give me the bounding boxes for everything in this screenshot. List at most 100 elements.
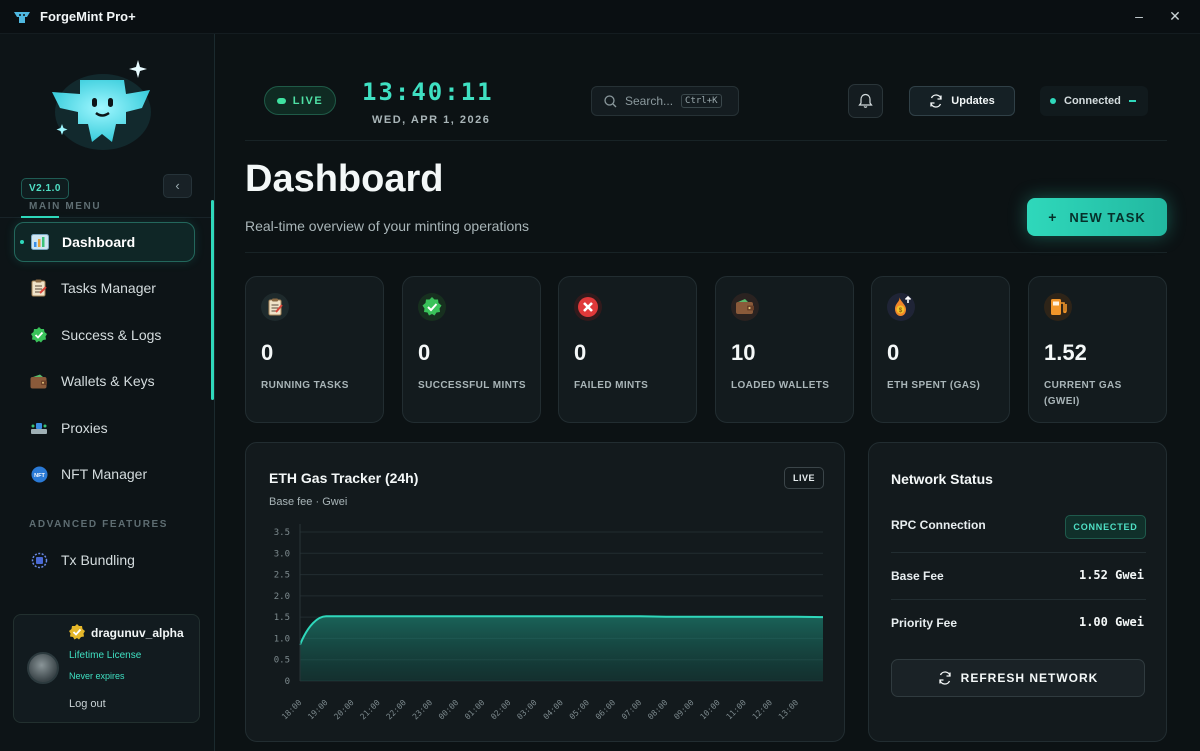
sidebar-item-nft-manager[interactable]: NFT NFT Manager xyxy=(14,454,195,494)
collapse-sidebar-button[interactable]: ‹ xyxy=(163,174,192,198)
sidebar-item-tx-bundling[interactable]: Tx Bundling xyxy=(14,540,195,580)
wallet-icon xyxy=(30,372,48,390)
title-divider xyxy=(245,252,1167,253)
network-status-card: Network Status RPC Connection CONNECTED … xyxy=(868,442,1167,742)
app-title: ForgeMint Pro+ xyxy=(40,9,136,24)
app-logo-icon xyxy=(14,11,30,23)
x-tick-label: 21:00 xyxy=(358,698,382,722)
notifications-button[interactable] xyxy=(848,84,883,118)
version-badge: V2.1.0 xyxy=(21,178,69,199)
stat-card-loaded-wallets: 10 LOADED WALLETS xyxy=(715,276,854,423)
network-divider xyxy=(891,552,1146,553)
area-fill xyxy=(300,616,823,681)
x-tick-label: 22:00 xyxy=(385,698,409,722)
bundle-icon xyxy=(30,551,48,569)
minimize-icon[interactable]: – xyxy=(1127,6,1151,26)
sidebar-item-label: Dashboard xyxy=(62,234,136,250)
x-tick-label: 02:00 xyxy=(489,698,513,722)
y-tick-label: 2.5 xyxy=(274,571,290,581)
dashboard-icon xyxy=(31,233,49,251)
live-label: LIVE xyxy=(292,94,324,107)
dash-icon xyxy=(1128,100,1136,102)
stat-card-successful-mints: 0 SUCCESSFUL MINTS xyxy=(402,276,541,423)
logout-link[interactable]: Log out xyxy=(69,698,106,710)
main-menu-label: MAIN MENU xyxy=(29,201,102,212)
stat-card-eth-spent: $ 0 ETH SPENT (GAS) xyxy=(871,276,1010,423)
rpc-status-badge: CONNECTED xyxy=(1065,515,1146,539)
avatar[interactable] xyxy=(27,652,59,684)
user-card: dragunuv_alpha Lifetime License Never ex… xyxy=(13,614,200,723)
refresh-icon xyxy=(939,671,951,685)
priority-fee-label: Priority Fee xyxy=(891,616,958,630)
license-expiry: Never expires xyxy=(69,671,125,681)
stat-card-current-gas: 1.52 CURRENT GAS (GWEI) xyxy=(1028,276,1167,423)
search-shortcut: Ctrl+K xyxy=(681,94,722,108)
search-icon xyxy=(604,94,617,107)
x-tick-label: 13:00 xyxy=(777,698,801,722)
license-type: Lifetime License xyxy=(69,650,142,661)
stat-value: 0 xyxy=(418,340,431,365)
y-tick-label: 1.0 xyxy=(274,634,290,644)
priority-fee-value: 1.00 Gwei xyxy=(1078,615,1144,629)
stat-label: CURRENT GAS (GWEI) xyxy=(1044,380,1122,407)
updates-button[interactable]: Updates xyxy=(909,86,1015,116)
sidebar-item-label: Tasks Manager xyxy=(61,280,156,296)
sidebar-item-success-logs[interactable]: Success & Logs xyxy=(14,315,195,355)
x-tick-label: 20:00 xyxy=(332,698,356,722)
x-tick-label: 06:00 xyxy=(594,698,618,722)
x-tick-label: 07:00 xyxy=(620,698,644,722)
base-fee-label: Base Fee xyxy=(891,569,944,583)
sidebar-item-dashboard[interactable]: Dashboard xyxy=(14,222,195,262)
updates-label: Updates xyxy=(951,95,995,107)
x-tick-label: 00:00 xyxy=(437,698,461,722)
stat-label: RUNNING TASKS xyxy=(261,380,349,391)
stat-label: LOADED WALLETS xyxy=(731,380,830,391)
fuel-pump-icon xyxy=(1044,293,1072,321)
network-title: Network Status xyxy=(891,471,993,487)
stat-value: 10 xyxy=(731,340,756,365)
y-tick-label: 0 xyxy=(285,677,290,687)
y-tick-label: 3.5 xyxy=(274,528,290,538)
x-tick-label: 03:00 xyxy=(515,698,539,722)
plus-icon: + xyxy=(1048,209,1058,225)
sidebar-item-tasks-manager[interactable]: Tasks Manager xyxy=(14,268,195,308)
header-divider xyxy=(245,140,1167,141)
close-icon[interactable]: ✕ xyxy=(1163,6,1187,26)
stat-label: ETH SPENT (GAS) xyxy=(887,380,981,391)
version-underline xyxy=(21,216,59,218)
search-input[interactable]: Search... Ctrl+K xyxy=(591,86,739,116)
stat-value: 0 xyxy=(261,340,274,365)
search-placeholder: Search... xyxy=(625,94,674,108)
page-title: Dashboard xyxy=(245,158,444,200)
x-tick-label: 23:00 xyxy=(411,698,435,722)
svg-text:NFT: NFT xyxy=(34,473,45,479)
refresh-icon xyxy=(930,94,942,108)
stat-value: 0 xyxy=(574,340,587,365)
x-tick-label: 18:00 xyxy=(280,698,304,722)
clock-date: WED, APR 1, 2026 xyxy=(372,114,491,126)
refresh-network-label: REFRESH NETWORK xyxy=(960,671,1099,685)
wallet-icon xyxy=(731,293,759,321)
x-tick-label: 10:00 xyxy=(698,698,722,722)
status-dot-icon xyxy=(1050,98,1056,104)
x-tick-label: 11:00 xyxy=(725,698,749,722)
stat-value: 1.52 xyxy=(1044,340,1087,365)
bell-icon xyxy=(858,93,873,108)
stat-card-running-tasks: 0 RUNNING TASKS xyxy=(245,276,384,423)
base-fee-value: 1.52 Gwei xyxy=(1078,568,1144,582)
gas-chart: 0 0.5 1.0 1.5 2.0 2.5 3.0 3.5 18:00 19:00 20:00 21:… xyxy=(274,524,824,722)
clipboard-icon xyxy=(261,293,289,321)
x-circle-icon xyxy=(574,293,602,321)
fire-money-icon: $ xyxy=(887,293,915,321)
live-indicator: LIVE xyxy=(264,86,336,115)
sidebar-item-label: Proxies xyxy=(61,420,108,436)
sidebar-item-wallets-keys[interactable]: Wallets & Keys xyxy=(14,361,195,401)
sidebar-scrollbar[interactable] xyxy=(211,200,214,400)
nft-icon: NFT xyxy=(30,465,48,483)
y-tick-label: 3.0 xyxy=(274,549,290,559)
refresh-network-button[interactable]: REFRESH NETWORK xyxy=(891,659,1145,697)
sidebar-item-proxies[interactable]: Proxies xyxy=(14,408,195,448)
connection-status[interactable]: Connected xyxy=(1040,86,1148,116)
new-task-button[interactable]: + NEW TASK xyxy=(1027,198,1167,236)
verified-badge-icon xyxy=(69,624,85,640)
